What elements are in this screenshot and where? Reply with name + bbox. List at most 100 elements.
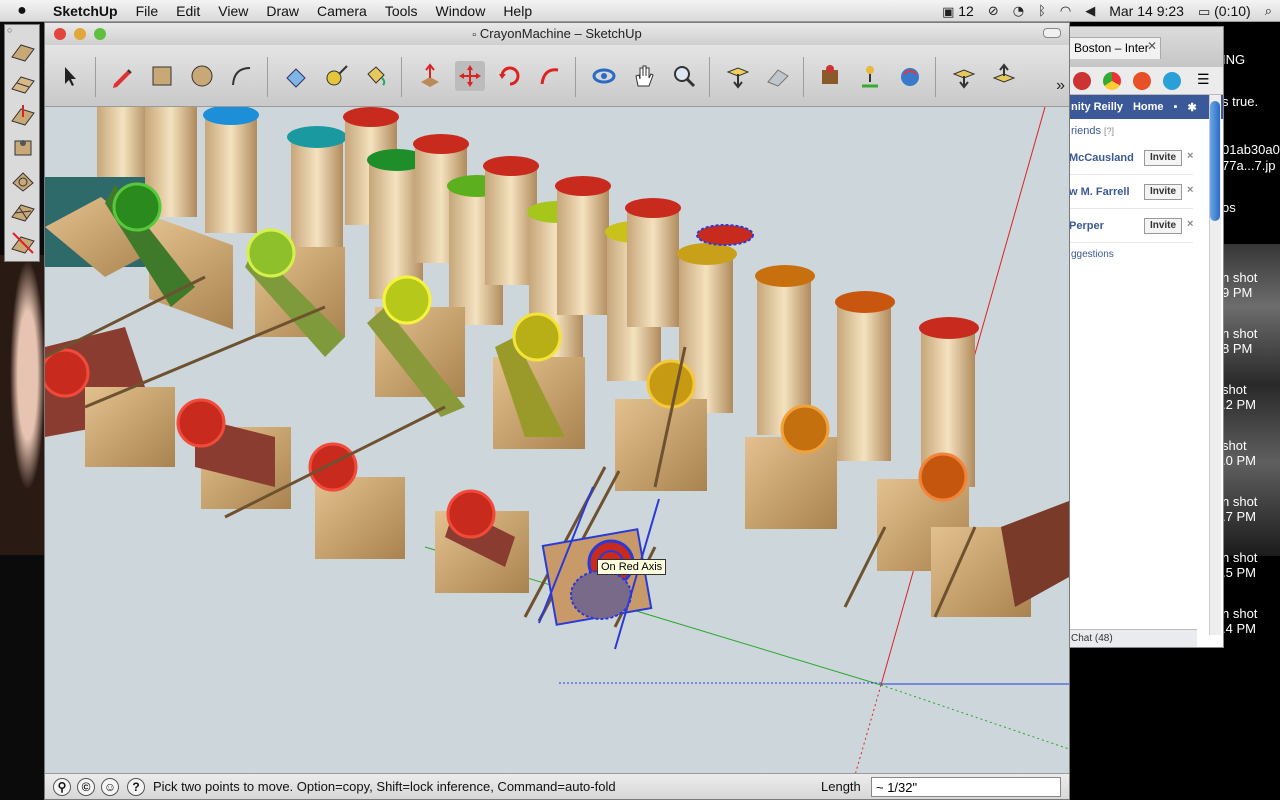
smoove-icon[interactable] [9, 101, 37, 129]
menu-camera[interactable]: Camera [308, 3, 376, 19]
screenshot-label[interactable]: .2 PM [1222, 397, 1256, 412]
dismiss-icon[interactable]: × [1187, 218, 1193, 230]
dismiss-icon[interactable]: × [1187, 150, 1193, 162]
components-tool-button[interactable] [815, 61, 845, 91]
screenshot-label[interactable]: n shot [1222, 550, 1257, 565]
facebook-home-link[interactable]: Home [1133, 101, 1164, 113]
suggestions-link[interactable]: ggestions [1069, 243, 1223, 264]
menu-icon[interactable]: ☰ [1197, 71, 1210, 88]
browser-scrollbar-thumb[interactable] [1210, 101, 1220, 221]
screenshot-label[interactable]: n shot [1222, 494, 1257, 509]
minimize-window-button[interactable] [74, 28, 86, 40]
desktop-label[interactable]: ING [1222, 52, 1245, 67]
rotate-tool-button[interactable] [495, 61, 525, 91]
pan-tool-button[interactable] [629, 61, 659, 91]
arc-tool-button[interactable] [227, 61, 257, 91]
do-not-disturb-icon[interactable]: ⊘ [988, 4, 999, 19]
menu-tools[interactable]: Tools [376, 3, 427, 19]
zoom-tool-button[interactable] [669, 61, 699, 91]
volume-icon[interactable]: ◀ [1085, 4, 1095, 19]
friend-name[interactable]: w M. Farrell [1069, 186, 1130, 198]
import-tool-button[interactable] [949, 61, 979, 91]
export-tool-button[interactable] [989, 61, 1019, 91]
menu-edit[interactable]: Edit [167, 3, 209, 19]
friend-name[interactable]: McCausland [1069, 152, 1134, 164]
desktop-file-label[interactable]: 01ab30a0 [1222, 142, 1280, 157]
push-pull-tool-button[interactable] [415, 61, 445, 91]
user-icon[interactable]: ☺ [101, 778, 119, 796]
pencil-tool-button[interactable] [107, 61, 137, 91]
screenshot-label[interactable]: n shot [1222, 606, 1257, 621]
add-detail-icon[interactable] [9, 197, 37, 225]
menu-draw[interactable]: Draw [257, 3, 308, 19]
select-tool-button[interactable] [55, 61, 85, 91]
screenshot-label[interactable]: n shot [1222, 270, 1257, 285]
zoom-window-button[interactable] [94, 28, 106, 40]
apple-icon[interactable]: ● [0, 2, 44, 20]
spotlight-search-icon[interactable]: ⌕ [1265, 4, 1272, 19]
close-window-button[interactable] [54, 28, 66, 40]
stumbleupon-icon[interactable] [1133, 72, 1151, 90]
invite-button[interactable]: Invite [1144, 150, 1182, 166]
location-tool-button[interactable] [855, 61, 885, 91]
friends-icon[interactable]: ▪ [1174, 101, 1178, 113]
clock[interactable]: Mar 14 9:23 [1109, 3, 1184, 19]
facebook-user-link[interactable]: nity Reilly [1071, 101, 1123, 113]
stamp-icon[interactable] [9, 133, 37, 161]
circle-tool-button[interactable] [187, 61, 217, 91]
chrome-icon[interactable] [1103, 72, 1121, 90]
share-model-tool-button[interactable] [763, 61, 793, 91]
menu-file[interactable]: File [127, 3, 168, 19]
paint-bucket-tool-button[interactable] [361, 61, 391, 91]
drape-icon[interactable] [9, 165, 37, 193]
wifi-icon[interactable]: ◠ [1060, 4, 1071, 19]
dismiss-icon[interactable]: × [1187, 184, 1193, 196]
model-viewport[interactable] [45, 107, 1069, 789]
screenshot-label[interactable]: .7 PM [1222, 509, 1256, 524]
toolbar-toggle-button[interactable] [1043, 28, 1061, 38]
desktop-label[interactable]: s true. [1222, 94, 1258, 109]
flip-edge-icon[interactable] [9, 229, 37, 257]
tape-measure-tool-button[interactable] [321, 61, 351, 91]
friends-help-label[interactable]: [?] [1104, 126, 1114, 136]
sandbox-from-contours-icon[interactable] [9, 37, 37, 65]
credits-icon[interactable]: © [77, 778, 95, 796]
adobe-updater-icon[interactable]: ▣ 12 [942, 3, 974, 20]
screenshot-label[interactable]: shot [1222, 382, 1247, 397]
screenshot-label[interactable]: shot [1222, 438, 1247, 453]
time-machine-icon[interactable]: ◔ [1013, 4, 1024, 19]
friend-name[interactable]: Perper [1069, 220, 1104, 232]
facebook-chat-bar[interactable]: Chat (48) [1069, 629, 1197, 647]
geo-location-icon[interactable]: ⚲ [53, 778, 71, 796]
desktop-file-label[interactable]: os [1222, 200, 1236, 215]
screenshot-label[interactable]: .5 PM [1222, 565, 1256, 580]
length-input[interactable] [871, 777, 1061, 797]
desktop-file-label[interactable]: 77a...7.jp [1222, 158, 1276, 173]
screenshot-label[interactable]: 9 PM [1222, 285, 1252, 300]
follow-me-tool-button[interactable] [535, 61, 565, 91]
invite-button[interactable]: Invite [1144, 184, 1182, 200]
palette-close-icon[interactable]: ○ [7, 25, 12, 35]
menu-help[interactable]: Help [494, 3, 541, 19]
get-models-tool-button[interactable] [723, 61, 753, 91]
google-earth-tool-button[interactable] [895, 61, 925, 91]
bluetooth-icon[interactable]: ᛒ [1038, 4, 1046, 19]
screenshot-label[interactable]: .4 PM [1222, 621, 1256, 636]
menu-window[interactable]: Window [427, 3, 495, 19]
adblock-icon[interactable] [1073, 72, 1091, 90]
toolbar-overflow-icon[interactable]: » [1056, 77, 1065, 95]
screenshot-label[interactable]: 8 PM [1222, 341, 1252, 356]
eraser-tool-button[interactable] [281, 61, 311, 91]
help-icon[interactable]: ? [127, 778, 145, 796]
extension-icon[interactable] [1163, 72, 1181, 90]
move-tool-button[interactable] [455, 61, 485, 91]
screenshot-label[interactable]: n shot [1222, 326, 1257, 341]
tab-close-icon[interactable]: ✕ [1147, 39, 1157, 53]
orbit-tool-button[interactable] [589, 61, 619, 91]
settings-icon[interactable]: ✱ [1187, 101, 1196, 114]
menu-view[interactable]: View [209, 3, 257, 19]
screenshot-label[interactable]: .0 PM [1222, 453, 1256, 468]
invite-button[interactable]: Invite [1144, 218, 1182, 234]
app-menu[interactable]: SketchUp [44, 3, 127, 19]
battery-indicator[interactable]: ▭ (0:10) [1198, 3, 1251, 20]
